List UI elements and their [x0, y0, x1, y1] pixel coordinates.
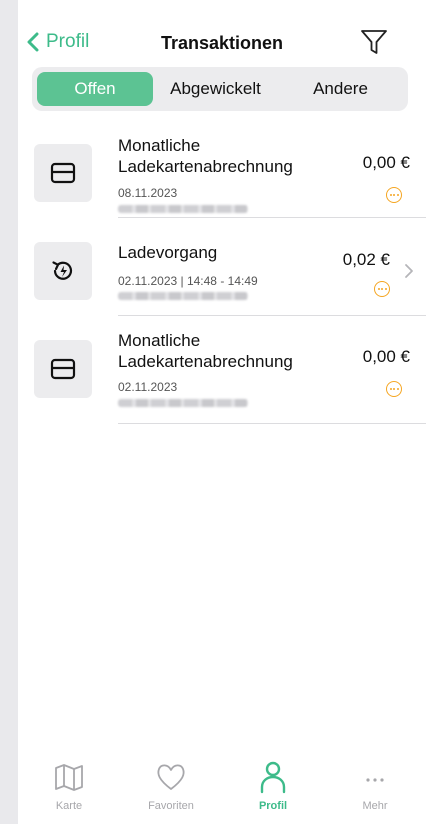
tab-karte[interactable]: Karte	[18, 760, 120, 824]
nav-header: Profil Transaktionen	[18, 0, 426, 66]
transaction-amount: 0,00 €	[362, 153, 410, 172]
transaction-date: 02.11.2023	[118, 380, 178, 394]
blurred-detail	[118, 399, 248, 407]
transaction-row[interactable]: Monatliche Ladekartenabrechnung 02.11.20…	[18, 316, 426, 424]
tab-label: Profil	[258, 800, 288, 812]
filter-icon[interactable]	[360, 28, 388, 56]
tab-label: Mehr	[362, 800, 388, 812]
transaction-date: 02.11.2023 | 14:48 - 14:49	[118, 274, 258, 288]
tab-bar: Karte Favoriten Profil Mehr	[18, 760, 426, 824]
transaction-row[interactable]: Ladevorgang 02.11.2023 | 14:48 - 14:49 0…	[18, 218, 426, 316]
person-icon	[260, 761, 286, 794]
card-icon	[34, 144, 92, 202]
transaction-list: Monatliche Ladekartenabrechnung 08.11.20…	[18, 120, 426, 424]
segment-offen[interactable]: Offen	[37, 72, 153, 106]
more-circle-icon	[374, 281, 390, 297]
status-segmented-control: Offen Abgewickelt Andere	[32, 67, 408, 111]
tab-label: Favoriten	[148, 800, 194, 812]
transaction-row[interactable]: Monatliche Ladekartenabrechnung 08.11.20…	[18, 120, 426, 218]
transaction-date: 08.11.2023	[118, 186, 178, 200]
tab-profil[interactable]: Profil	[222, 760, 324, 824]
map-icon	[55, 764, 83, 791]
transaction-name: Ladevorgang	[118, 243, 218, 262]
card-icon	[34, 340, 92, 398]
blurred-detail	[118, 205, 248, 213]
segment-abgewickelt[interactable]: Abgewickelt	[153, 72, 278, 106]
row-divider	[118, 423, 426, 424]
charging-history-icon	[34, 242, 92, 300]
blurred-detail	[118, 292, 248, 300]
more-circle-icon	[386, 187, 402, 203]
tab-mehr[interactable]: Mehr	[324, 760, 426, 824]
tab-label: Karte	[55, 800, 83, 812]
tab-favoriten[interactable]: Favoriten	[120, 760, 222, 824]
more-circle-icon	[386, 381, 402, 397]
transaction-name: Monatliche Ladekartenabrechnung	[118, 136, 293, 176]
chevron-right-icon	[405, 264, 413, 278]
transaction-amount: 0,02 €	[342, 250, 390, 269]
transaction-amount: 0,00 €	[362, 347, 410, 366]
heart-icon	[157, 764, 185, 790]
transaction-name: Monatliche Ladekartenabrechnung	[118, 331, 293, 371]
ellipsis-icon	[366, 778, 384, 782]
transactions-screen: Profil Transaktionen Offen Abgewickelt A…	[18, 0, 426, 824]
segment-andere[interactable]: Andere	[278, 72, 403, 106]
